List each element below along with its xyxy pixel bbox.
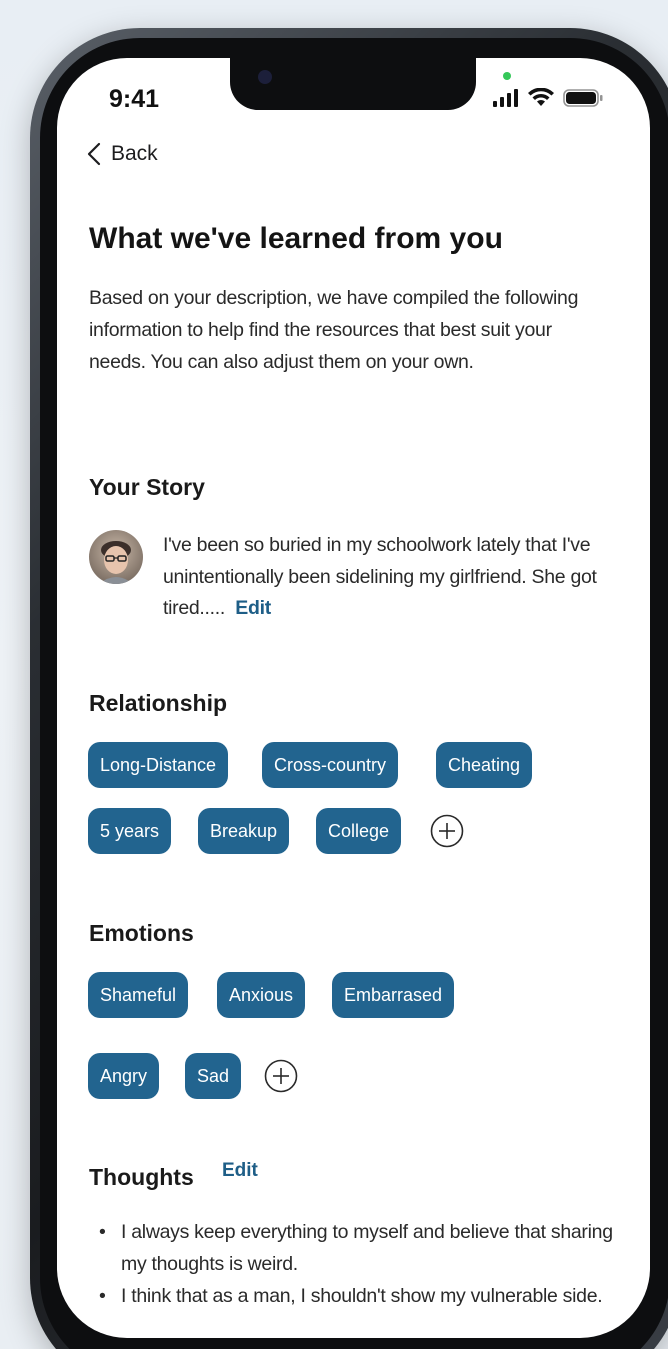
- thoughts-list: I always keep everything to myself and b…: [97, 1216, 617, 1312]
- relationship-chip[interactable]: 5 years: [88, 808, 172, 854]
- avatar: [89, 530, 143, 584]
- notch: [230, 58, 476, 110]
- emotion-chip[interactable]: Embarrased: [332, 972, 455, 1018]
- cellular-signal-icon: [493, 88, 518, 107]
- add-relationship-tag-button[interactable]: [430, 814, 464, 848]
- emotion-chip[interactable]: Sad: [185, 1053, 242, 1099]
- relationship-chip[interactable]: College: [316, 808, 402, 854]
- relationship-heading: Relationship: [89, 690, 228, 716]
- wifi-icon: [528, 88, 554, 106]
- relationship-chip[interactable]: Cheating: [436, 742, 533, 788]
- relationship-chip[interactable]: Breakup: [198, 808, 290, 854]
- emotion-chip[interactable]: Angry: [88, 1053, 160, 1099]
- status-time: 9:41: [109, 85, 160, 113]
- battery-icon: [563, 88, 603, 107]
- thought-item: I think that as a man, I shouldn't show …: [97, 1280, 617, 1312]
- thoughts-heading: Thoughts: [89, 1164, 194, 1190]
- story-text: I've been so buried in my schoolwork lat…: [163, 530, 603, 625]
- add-emotion-tag-button[interactable]: [264, 1059, 298, 1093]
- story-snippet: I've been so buried in my schoolwork lat…: [163, 534, 597, 619]
- camera-in-use-indicator: [503, 72, 511, 80]
- page-title: What we've learned from you: [89, 222, 503, 255]
- emotion-chip[interactable]: Shameful: [88, 972, 189, 1018]
- thought-item: I always keep everything to myself and b…: [97, 1216, 617, 1280]
- back-label: Back: [111, 142, 158, 165]
- emotions-heading: Emotions: [89, 920, 194, 946]
- chevron-left-icon: [87, 142, 101, 166]
- front-camera: [258, 70, 272, 84]
- back-button[interactable]: Back: [87, 142, 158, 166]
- story-edit-link[interactable]: Edit: [235, 597, 271, 619]
- phone-screen: 9:41 Back What we've learned from you Ba…: [57, 58, 650, 1338]
- emotion-chip[interactable]: Anxious: [217, 972, 306, 1018]
- relationship-chip[interactable]: Long-Distance: [88, 742, 229, 788]
- story-heading: Your Story: [89, 474, 205, 500]
- status-icons: [493, 88, 603, 107]
- intro-text: Based on your description, we have compi…: [89, 287, 579, 373]
- thoughts-edit-link[interactable]: Edit: [222, 1160, 258, 1182]
- relationship-chip[interactable]: Cross-country: [262, 742, 399, 788]
